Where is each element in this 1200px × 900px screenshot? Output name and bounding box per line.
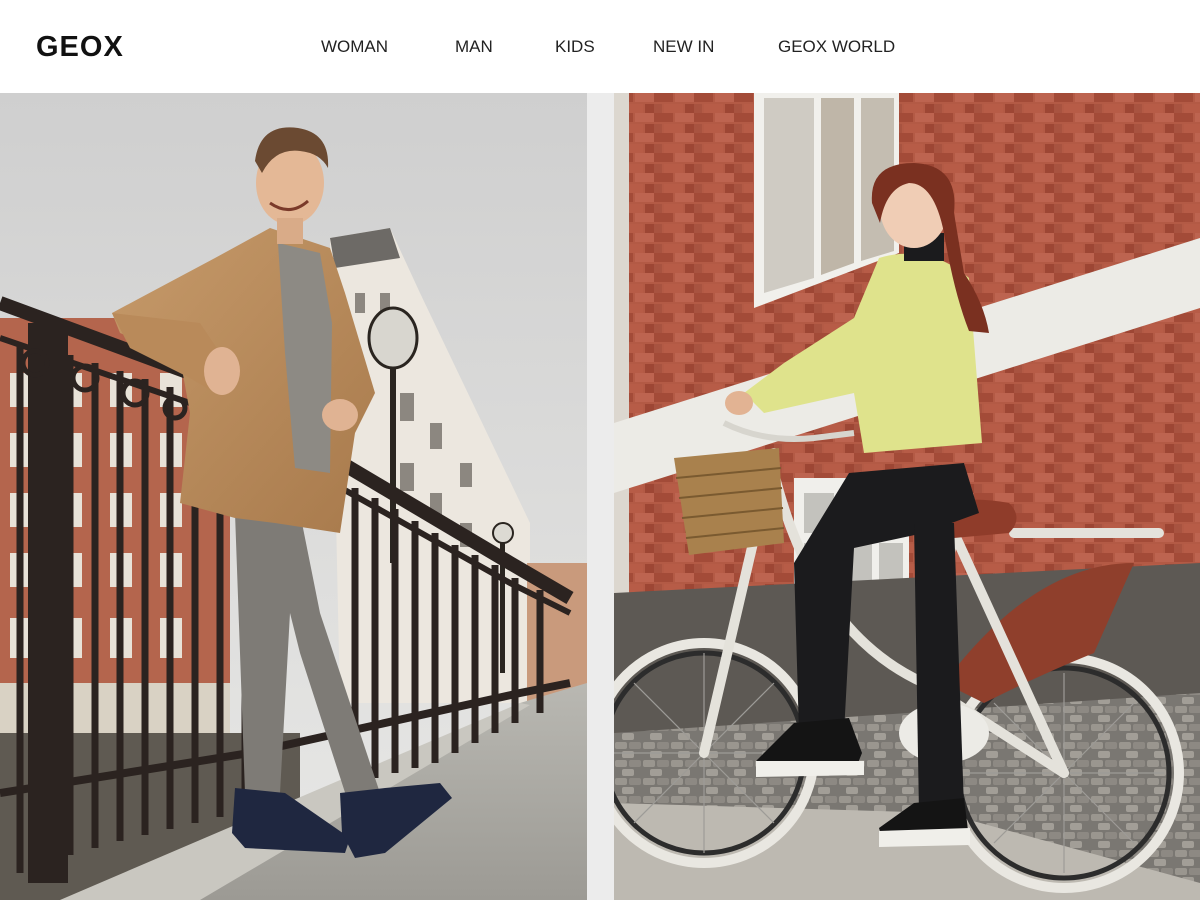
hero-woman-image[interactable] [614,93,1200,900]
image-divider [587,93,614,900]
nav-item-woman[interactable]: WOMAN [321,36,388,58]
geox-logo[interactable]: GEOX [36,30,124,64]
nav-item-kids[interactable]: KIDS [555,36,595,58]
hero-man-image[interactable] [0,93,587,900]
nav-item-geox-world[interactable]: GEOX WORLD [778,36,895,58]
site-header: GEOX WOMAN MAN KIDS NEW IN GEOX WORLD [0,0,1200,93]
nav-item-man[interactable]: MAN [455,36,493,58]
nav-item-new-in[interactable]: NEW IN [653,36,714,58]
